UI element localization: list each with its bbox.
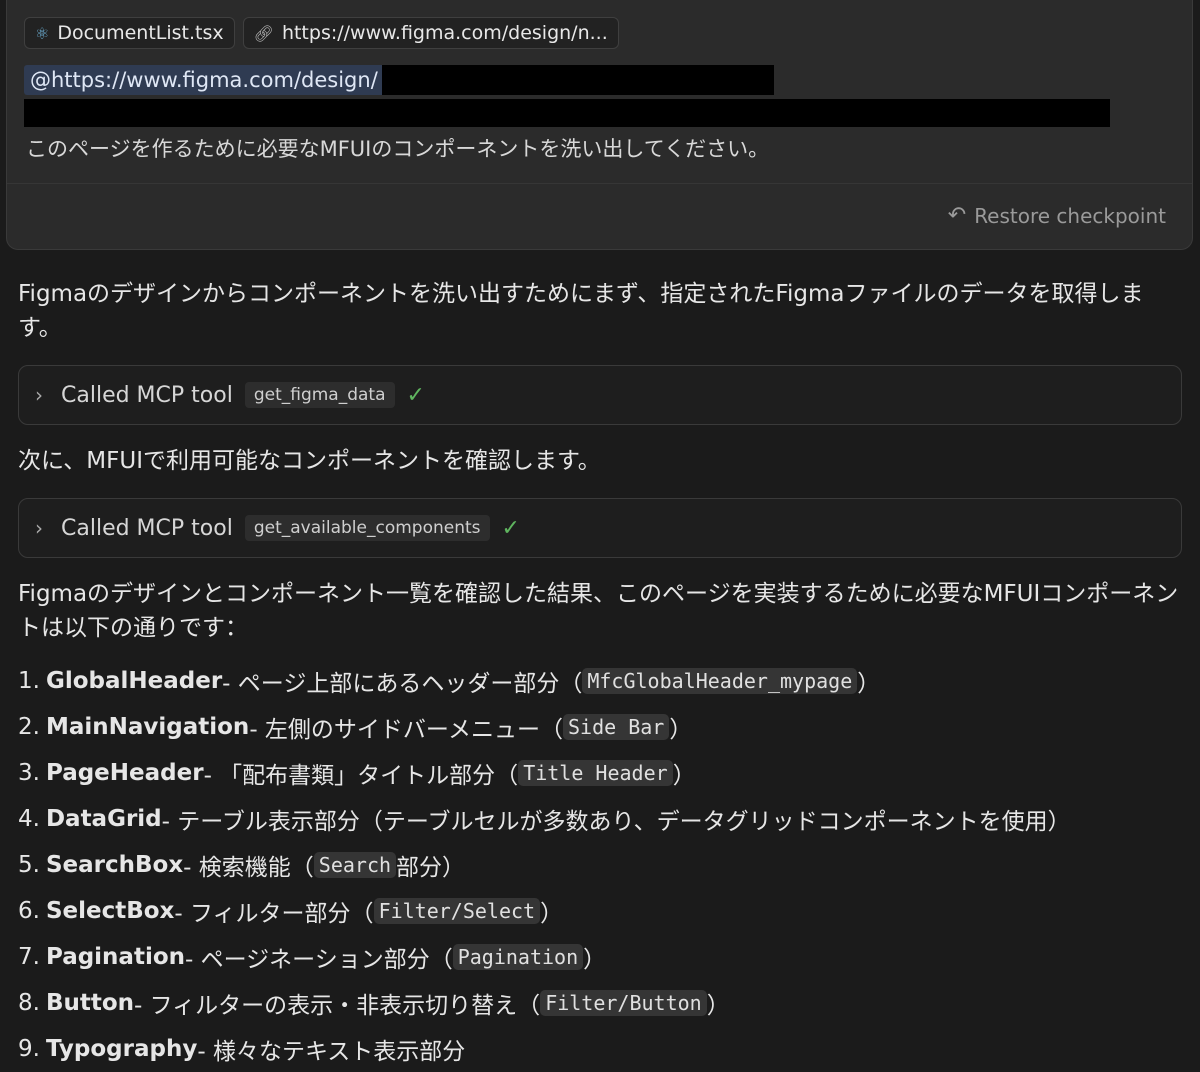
tool-call-label: Called MCP tool	[61, 382, 233, 408]
chevron-right-icon: ›	[35, 516, 43, 540]
divider	[7, 183, 1192, 184]
item-name: MainNavigation	[45, 714, 250, 740]
item-name: Pagination	[45, 944, 186, 970]
item-number: 2.	[18, 714, 40, 740]
item-name: PageHeader	[45, 760, 204, 786]
link-icon: 🔗︎	[253, 23, 274, 43]
item-number: 5.	[18, 852, 40, 878]
item-tail: ）	[706, 993, 730, 1019]
tool-call-label: Called MCP tool	[61, 515, 233, 541]
item-tail: ）	[540, 901, 564, 927]
list-item: 7. Pagination - ページネーション部分（ Pagination ）	[18, 934, 1188, 980]
item-number: 1.	[18, 668, 40, 694]
item-desc: - テーブル表示部分（テーブルセルが多数あり、データグリッドコンポーネントを使用…	[161, 809, 1071, 835]
assistant-step2: 次に、MFUIで利用可能なコンポーネントを確認します。	[18, 448, 601, 474]
item-name: Typography	[45, 1036, 198, 1062]
list-item: 6. SelectBox - フィルター部分（ Filter/Select ）	[18, 888, 1188, 934]
assistant-summary: Figmaのデザインとコンポーネント一覧を確認した結果、このページを実装するため…	[18, 581, 1179, 641]
context-chips: ⚛ DocumentList.tsx 🔗︎ https://www.figma.…	[24, 17, 619, 49]
redacted-block	[381, 65, 774, 95]
user-prompt-card: ⚛ DocumentList.tsx 🔗︎ https://www.figma.…	[6, 0, 1193, 250]
check-icon: ✓	[406, 382, 425, 408]
component-list: 1. GlobalHeader - ページ上部にあるヘッダー部分（ MfcGlo…	[18, 658, 1188, 1072]
context-chip-label: https://www.figma.com/design/n...	[281, 22, 608, 44]
item-number: 6.	[18, 898, 40, 924]
list-item: 5. SearchBox - 検索機能（ Search 部分）	[18, 842, 1188, 888]
figma-url-mention[interactable]: @https://www.figma.com/design/	[24, 65, 382, 95]
item-desc: - 左側のサイドバーメニュー（	[249, 717, 564, 743]
item-tail: ）	[583, 947, 607, 973]
list-item: 3. PageHeader - 「配布書類」タイトル部分（ Title Head…	[18, 750, 1188, 796]
context-chip-file[interactable]: ⚛ DocumentList.tsx	[24, 17, 235, 49]
item-tail: ）	[857, 671, 881, 697]
mcp-tool-call-components[interactable]: › Called MCP tool get_available_componen…	[18, 498, 1182, 558]
undo-icon: ↶	[947, 203, 967, 228]
mcp-tool-call-figma[interactable]: › Called MCP tool get_figma_data ✓	[18, 365, 1182, 425]
react-icon: ⚛	[35, 23, 50, 43]
list-item: 2. MainNavigation - 左側のサイドバーメニュー（ Side B…	[18, 704, 1188, 750]
context-chip-link[interactable]: 🔗︎ https://www.figma.com/design/n...	[242, 17, 619, 49]
item-tail: ）	[669, 717, 693, 743]
item-name: Button	[45, 990, 135, 1016]
item-code: Title Header	[518, 760, 673, 786]
assistant-intro: Figmaのデザインからコンポーネントを洗い出すためにまず、指定されたFigma…	[18, 281, 1144, 341]
item-number: 3.	[18, 760, 40, 786]
list-item: 9. Typography - 様々なテキスト表示部分	[18, 1026, 1188, 1072]
item-desc: - 様々なテキスト表示部分	[197, 1039, 466, 1065]
restore-checkpoint-label: Restore checkpoint	[974, 203, 1166, 228]
item-desc: - フィルターの表示・非表示切り替え（	[134, 993, 541, 1019]
item-code: Filter/Select	[373, 898, 541, 924]
item-name: DataGrid	[45, 806, 162, 832]
item-desc: - 検索機能（	[183, 855, 314, 881]
item-code: MfcGlobalHeader_mypage	[582, 668, 858, 694]
item-code: Side Bar	[563, 714, 670, 740]
chevron-right-icon: ›	[35, 383, 43, 407]
item-code: Pagination	[452, 944, 584, 970]
item-name: GlobalHeader	[45, 668, 223, 694]
tool-name: get_available_components	[244, 515, 490, 541]
item-number: 8.	[18, 990, 40, 1016]
redacted-block	[24, 99, 1110, 127]
list-item: 1. GlobalHeader - ページ上部にあるヘッダー部分（ MfcGlo…	[18, 658, 1188, 704]
item-number: 9.	[18, 1036, 40, 1062]
item-code: Filter/Button	[540, 990, 707, 1016]
context-chip-label: DocumentList.tsx	[57, 22, 224, 44]
item-number: 7.	[18, 944, 40, 970]
item-desc: - ページ上部にあるヘッダー部分（	[222, 671, 583, 697]
item-number: 4.	[18, 806, 40, 832]
item-tail: 部分）	[396, 855, 466, 881]
list-item: 4. DataGrid - テーブル表示部分（テーブルセルが多数あり、データグリ…	[18, 796, 1188, 842]
item-desc: - フィルター部分（	[174, 901, 374, 927]
item-desc: - 「配布書類」タイトル部分（	[203, 763, 519, 789]
check-icon: ✓	[501, 515, 520, 541]
item-name: SearchBox	[45, 852, 184, 878]
item-desc: - ページネーション部分（	[185, 947, 453, 973]
prompt-text: このページを作るために必要なMFUIのコンポーネントを洗い出してください。	[26, 137, 770, 161]
item-name: SelectBox	[45, 898, 175, 924]
tool-name: get_figma_data	[244, 382, 395, 408]
item-code: Search	[313, 852, 397, 878]
restore-checkpoint-button[interactable]: ↶ Restore checkpoint	[948, 203, 1166, 228]
mention-line: @https://www.figma.com/design/	[24, 65, 774, 95]
list-item: 8. Button - フィルターの表示・非表示切り替え（ Filter/But…	[18, 980, 1188, 1026]
item-tail: ）	[672, 763, 696, 789]
